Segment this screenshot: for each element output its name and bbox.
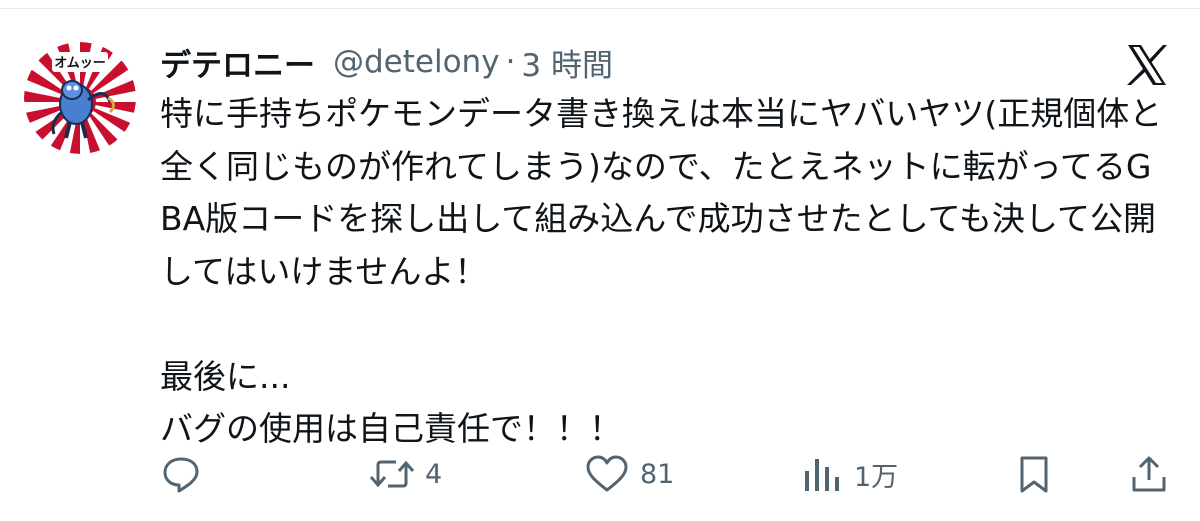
- views-count: 1万: [854, 461, 899, 493]
- avatar[interactable]: オムッー: [24, 42, 136, 154]
- views-button[interactable]: 1万: [800, 448, 898, 500]
- share-button[interactable]: [1128, 448, 1170, 500]
- top-divider: [0, 8, 1200, 9]
- like-button[interactable]: 81: [584, 448, 674, 500]
- heart-icon: [586, 455, 628, 492]
- tweet-paragraph: 最後に...: [160, 356, 291, 396]
- like-count: 81: [640, 458, 675, 490]
- retweet-count: 4: [425, 458, 443, 490]
- header-separator: ·: [505, 44, 516, 80]
- share-icon: [1132, 456, 1166, 492]
- retweet-button[interactable]: 4: [369, 448, 442, 500]
- display-name[interactable]: デテロニー: [160, 40, 315, 85]
- tweet-header: デテロニー @detelony · 3 時間: [160, 38, 613, 86]
- views-icon: [805, 459, 839, 491]
- tweet-paragraph: 特に手持ちポケモンデータ書き換えは本当にヤバいヤツ(正規個体と全く同じものが作れ…: [160, 94, 1163, 291]
- tweet-time[interactable]: 3 時間: [521, 40, 613, 85]
- bookmark-icon: [1020, 456, 1048, 493]
- avatar-label: オムッー: [54, 56, 106, 71]
- avatar-image: オムッー: [24, 42, 136, 154]
- retweet-icon: [369, 460, 415, 488]
- bookmark-button[interactable]: [1016, 448, 1052, 500]
- x-logo-icon[interactable]: [1122, 40, 1172, 90]
- tweet-text: 特に手持ちポケモンデータ書き換えは本当にヤバいヤツ(正規個体と全く同じものが作れ…: [160, 88, 1170, 456]
- user-handle[interactable]: @detelony: [333, 44, 500, 80]
- action-bar: 4 81 1万: [0, 448, 1200, 500]
- reply-icon: [163, 457, 199, 493]
- reply-button[interactable]: [160, 448, 202, 500]
